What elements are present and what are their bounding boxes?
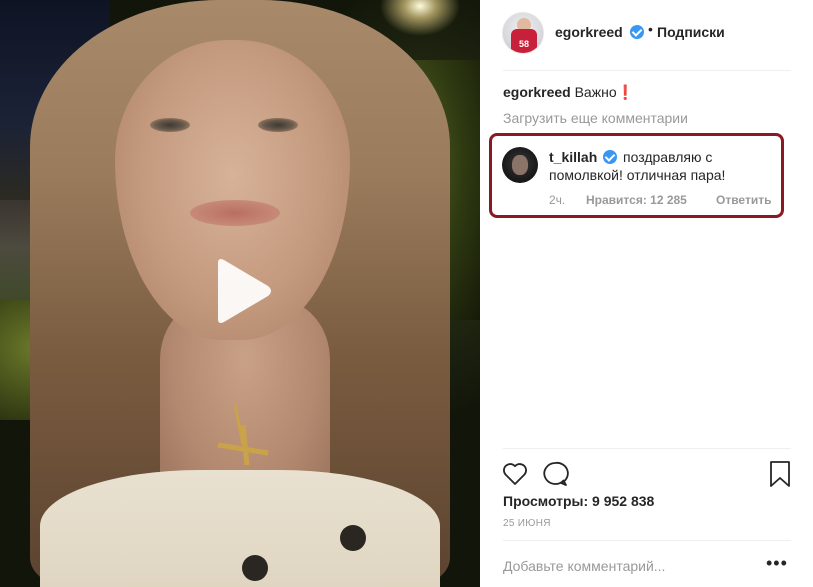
post-date[interactable]: 25 ИЮНЯ (503, 518, 551, 529)
caption-text: Важно (574, 84, 617, 100)
verified-badge-icon (630, 25, 644, 39)
header-divider (503, 70, 791, 71)
comment-icon[interactable] (541, 460, 569, 488)
heart-icon[interactable] (501, 460, 529, 488)
jersey-number: 58 (518, 39, 529, 49)
following-button[interactable]: Подписки (657, 24, 725, 40)
add-comment-input[interactable] (503, 556, 753, 576)
clothing-button (242, 555, 268, 581)
avatar-jersey: 58 (511, 29, 537, 53)
actions-divider (503, 448, 791, 449)
clothing-button (340, 525, 366, 551)
comment-time[interactable]: 2ч. (549, 193, 565, 207)
comment-meta: 2ч. Нравится: 12 285 Ответить (549, 193, 779, 209)
necklace-pendant (217, 405, 269, 466)
commenter-username[interactable]: t_killah (549, 149, 597, 165)
header-separator: • (648, 21, 653, 37)
comment-input-divider (503, 540, 791, 541)
exclamation-icon: ❗ (616, 84, 635, 100)
post-caption: egorkreed Важно❗ (503, 84, 634, 101)
commenter-avatar[interactable] (502, 147, 538, 183)
comment-body: t_killah поздравляю с помолвкой! отлична… (549, 148, 779, 184)
more-options-icon[interactable]: ••• (766, 554, 792, 576)
post-details-panel: 58 egorkreed • Подписки egorkreed Важно❗… (480, 0, 813, 587)
author-avatar[interactable]: 58 (502, 12, 544, 54)
comment-likes[interactable]: Нравится: 12 285 (586, 193, 687, 207)
view-count[interactable]: Просмотры: 9 952 838 (503, 493, 654, 509)
post-video[interactable] (0, 0, 480, 587)
post-header: 58 egorkreed • Подписки (480, 0, 813, 70)
load-more-comments-button[interactable]: Загрузить еще комментарии (503, 110, 688, 126)
bookmark-icon[interactable] (768, 460, 792, 488)
verified-badge-icon (603, 150, 618, 164)
reply-button[interactable]: Ответить (716, 193, 771, 207)
clothing-top (40, 470, 440, 587)
commenter-avatar-face (512, 155, 528, 175)
lips (190, 200, 280, 226)
left-eye (150, 118, 190, 132)
author-username[interactable]: egorkreed (555, 24, 623, 40)
play-icon[interactable] (210, 257, 274, 325)
right-eye (258, 118, 298, 132)
caption-author[interactable]: egorkreed (503, 84, 571, 100)
